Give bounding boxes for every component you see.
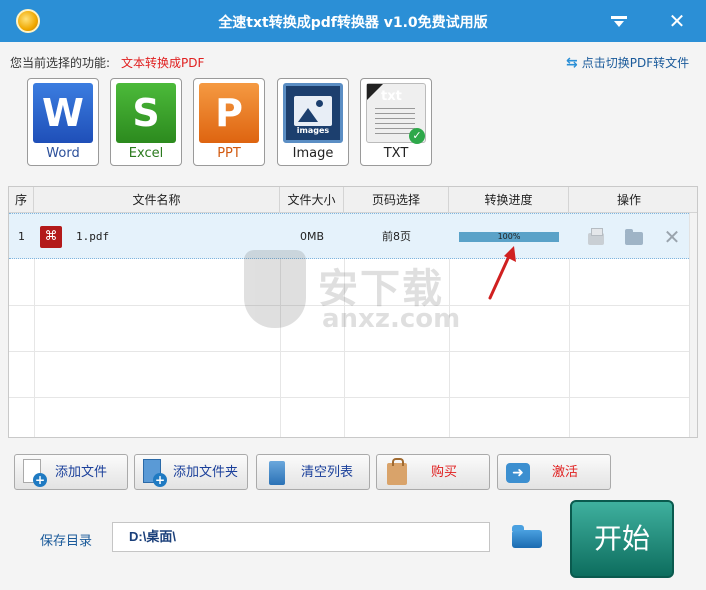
col-header-index[interactable]: 序 bbox=[9, 187, 34, 213]
title-bar: 全速txt转换成pdf转换器 v1.0免费试用版 ✕ bbox=[0, 0, 706, 42]
format-tile-excel[interactable]: S Excel bbox=[110, 78, 182, 166]
image-icon: images bbox=[283, 83, 343, 143]
window-title: 全速txt转换成pdf转换器 v1.0免费试用版 bbox=[218, 15, 488, 31]
col-header-pages[interactable]: 页码选择 bbox=[344, 187, 449, 213]
clear-list-button[interactable]: 清空列表 bbox=[256, 454, 370, 490]
col-header-actions[interactable]: 操作 bbox=[569, 187, 689, 213]
progress-bar: 100% bbox=[459, 232, 559, 242]
trash-can-icon bbox=[269, 461, 285, 485]
buy-label: 购买 bbox=[431, 465, 458, 480]
clear-list-label: 清空列表 bbox=[301, 465, 354, 480]
format-tile-image[interactable]: images Image bbox=[277, 78, 349, 166]
switch-mode-link[interactable]: ⇆ 点击切换PDF转文件 bbox=[566, 54, 689, 71]
browse-folder-button[interactable] bbox=[510, 522, 544, 550]
add-folder-button[interactable]: + 添加文件夹 bbox=[134, 454, 248, 490]
format-label-ppt: PPT bbox=[217, 146, 241, 161]
format-tile-word[interactable]: W Word bbox=[27, 78, 99, 166]
close-button[interactable]: ✕ bbox=[664, 8, 690, 34]
add-file-label: 添加文件 bbox=[55, 465, 108, 480]
activate-icon: ➜ bbox=[504, 459, 530, 487]
activate-button[interactable]: ➜ 激活 bbox=[497, 454, 611, 490]
buy-button[interactable]: 购买 bbox=[376, 454, 490, 490]
table-scrollbar[interactable] bbox=[689, 213, 697, 437]
check-icon: ✓ bbox=[409, 128, 425, 144]
col-header-filename[interactable]: 文件名称 bbox=[34, 187, 280, 213]
buy-icon bbox=[383, 458, 409, 487]
minimize-icon bbox=[611, 16, 627, 28]
excel-icon: S bbox=[116, 83, 176, 143]
clear-list-icon bbox=[263, 459, 289, 487]
current-function-label: 您当前选择的功能: bbox=[10, 56, 111, 70]
row-filename: 1.pdf bbox=[76, 230, 110, 243]
col-header-progress[interactable]: 转换进度 bbox=[449, 187, 569, 213]
open-folder-button[interactable] bbox=[623, 226, 645, 248]
format-tile-ppt[interactable]: P PPT bbox=[193, 78, 265, 166]
watermark: 安下载 anxz.com bbox=[244, 250, 464, 340]
format-label-image: Image bbox=[292, 146, 334, 161]
plus-icon: + bbox=[153, 473, 167, 487]
format-label-excel: Excel bbox=[128, 146, 164, 161]
folder-icon bbox=[625, 229, 643, 245]
red-arrow-annotation bbox=[488, 246, 516, 300]
folder-icon bbox=[512, 525, 542, 548]
ppt-icon: P bbox=[199, 83, 259, 143]
print-icon bbox=[588, 228, 604, 245]
switch-arrows-icon: ⇆ bbox=[566, 54, 578, 71]
save-dir-field[interactable]: D:\桌面\ bbox=[112, 522, 490, 552]
col-header-filesize[interactable]: 文件大小 bbox=[280, 187, 344, 213]
plus-icon: + bbox=[33, 473, 47, 487]
txt-icon: txt ✓ bbox=[366, 83, 426, 144]
minimize-button[interactable] bbox=[606, 8, 632, 34]
pdf-file-icon: ⌘ bbox=[40, 226, 62, 248]
format-label-txt: TXT bbox=[383, 146, 409, 161]
save-dir-label: 保存目录 bbox=[40, 534, 93, 549]
add-folder-label: 添加文件夹 bbox=[173, 465, 239, 480]
print-button[interactable] bbox=[585, 226, 607, 248]
format-tile-txt[interactable]: txt ✓ TXT bbox=[360, 78, 432, 166]
watermark-text-en: anxz.com bbox=[322, 304, 461, 334]
activate-label: 激活 bbox=[552, 465, 579, 480]
add-file-icon: + bbox=[21, 459, 47, 487]
arrow-right-icon: ➜ bbox=[506, 463, 530, 483]
row-index: 1 bbox=[18, 230, 25, 243]
start-button[interactable]: 开始 bbox=[570, 500, 674, 578]
grid-divider bbox=[9, 351, 689, 352]
mountain-shape bbox=[294, 96, 332, 126]
txt-caption: txt bbox=[381, 89, 402, 104]
add-file-button[interactable]: + 添加文件 bbox=[14, 454, 128, 490]
current-function-value: 文本转换成PDF bbox=[121, 56, 205, 70]
images-caption: images bbox=[296, 126, 330, 135]
sun-shape bbox=[316, 100, 323, 107]
format-label-word: Word bbox=[46, 146, 80, 161]
row-actions-cell: ✕ bbox=[569, 214, 689, 260]
text-lines-shape bbox=[375, 108, 415, 134]
delete-row-button[interactable]: ✕ bbox=[661, 226, 683, 248]
word-icon: W bbox=[33, 83, 93, 143]
table-header: 序 文件名称 文件大小 页码选择 转换进度 操作 bbox=[9, 187, 697, 213]
watermark-shield-icon bbox=[244, 250, 306, 328]
add-folder-icon: + bbox=[141, 459, 167, 487]
shopping-bag-icon bbox=[387, 458, 407, 485]
progress-percent: 100% bbox=[497, 232, 521, 241]
switch-mode-label: 点击切换PDF转文件 bbox=[581, 56, 690, 70]
grid-divider bbox=[9, 397, 689, 398]
